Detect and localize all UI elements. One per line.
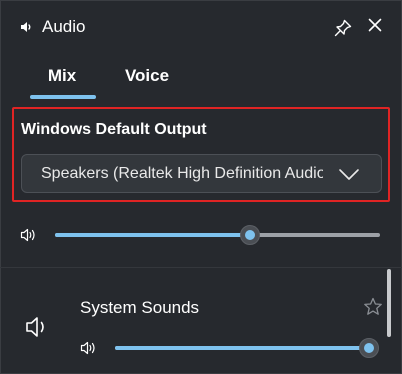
scrollbar-thumb[interactable]: [387, 269, 391, 337]
app-volume-slider[interactable]: [115, 338, 379, 358]
tab-mix[interactable]: Mix: [30, 56, 94, 100]
app-volume-row: System Sounds: [0, 270, 384, 374]
output-device-dropdown[interactable]: Speakers (Realtek High Definition Audio): [21, 154, 382, 193]
speaker-icon: [24, 314, 52, 340]
default-output-label: Windows Default Output: [21, 121, 207, 138]
scrollbar[interactable]: [384, 268, 402, 374]
tab-selected-indicator: [30, 95, 96, 99]
pin-button[interactable]: [330, 15, 356, 41]
slider-fill: [55, 233, 250, 237]
star-outline-icon[interactable]: [362, 296, 384, 318]
section-divider: [0, 267, 402, 268]
close-icon: [367, 17, 383, 33]
chevron-down-icon: [338, 164, 360, 184]
title-bar: Audio: [0, 0, 402, 52]
tab-bar: Mix Voice: [0, 56, 402, 102]
close-button[interactable]: [362, 12, 388, 38]
master-volume-row: [0, 220, 402, 250]
default-output-section: Windows Default Output Speakers (Realtek…: [12, 107, 390, 202]
speaker-volume-icon[interactable]: [80, 340, 98, 356]
slider-fill: [115, 346, 369, 350]
output-device-value: Speakers (Realtek High Definition Audio): [41, 165, 323, 182]
audio-widget: Audio Mix Voice Windows Default Output S…: [0, 0, 402, 374]
slider-thumb[interactable]: [240, 225, 260, 245]
window-title: Audio: [42, 17, 86, 36]
speaker-volume-icon: [19, 19, 35, 35]
pin-icon: [333, 18, 353, 38]
tab-voice[interactable]: Voice: [108, 56, 186, 100]
app-name: System Sounds: [80, 298, 200, 317]
slider-thumb[interactable]: [359, 338, 379, 358]
speaker-volume-icon[interactable]: [20, 227, 38, 243]
master-volume-slider[interactable]: [55, 225, 380, 245]
